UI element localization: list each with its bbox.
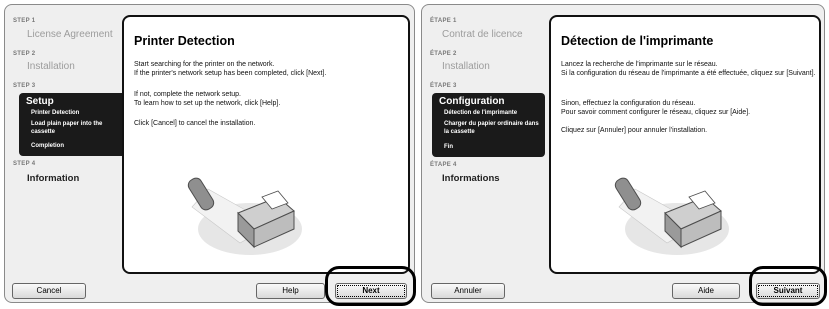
suivant-button-callout <box>749 266 827 306</box>
next-button-callout <box>325 266 416 306</box>
help-button[interactable]: Aide <box>672 283 740 299</box>
content-area: Printer Detection Start searching for th… <box>122 15 410 274</box>
substep-completion: Completion <box>31 143 64 149</box>
substep-printer-detection: Printer Detection <box>31 110 80 116</box>
step1-title: Contrat de licence <box>442 29 523 40</box>
current-step-title: Configuration <box>439 96 505 107</box>
step2-label: ÉTAPE 2 <box>430 51 457 57</box>
step2-title: Installation <box>442 61 490 72</box>
step4-label: STEP 4 <box>13 161 36 167</box>
cancel-button[interactable]: Cancel <box>12 283 86 299</box>
step2-label: STEP 2 <box>13 51 36 57</box>
substep-load-paper: Load plain paper into the cassette <box>31 121 103 135</box>
step4-label: ÉTAPE 4 <box>430 162 457 168</box>
installer-window-english: STEP 1 License Agreement STEP 2 Installa… <box>4 4 415 303</box>
step4-title: Informations <box>442 173 500 184</box>
steps-sidebar: ÉTAPE 1 Contrat de licence ÉTAPE 2 Insta… <box>422 5 545 302</box>
cancel-button[interactable]: Annuler <box>431 283 505 299</box>
paragraph-cancel-info: Cliquez sur [Annuler] pour annuler l'ins… <box>561 127 708 134</box>
substep-load-paper: Charger du papier ordinaire dans la cass… <box>444 121 539 135</box>
step2-title: Installation <box>27 61 75 72</box>
paragraph-start-search: Lancez la recherche de l'imprimante sur … <box>561 61 816 77</box>
step3-label: STEP 3 <box>13 83 36 89</box>
step1-label: STEP 1 <box>13 18 36 24</box>
step1-label: ÉTAPE 1 <box>430 18 457 24</box>
step3-label: ÉTAPE 3 <box>430 83 457 89</box>
current-step-title: Setup <box>26 96 54 107</box>
help-button[interactable]: Help <box>256 283 325 299</box>
step1-title: License Agreement <box>27 29 113 40</box>
paragraph-cancel-info: Click [Cancel] to cancel the installatio… <box>134 120 256 127</box>
paragraph-start-search: Start searching for the printer on the n… <box>134 61 327 77</box>
steps-sidebar: STEP 1 License Agreement STEP 2 Installa… <box>5 5 132 302</box>
page-title: Printer Detection <box>134 34 235 48</box>
page-title: Détection de l'imprimante <box>561 34 714 48</box>
paragraph-network-setup: Sinon, effectuez la configuration du rés… <box>561 100 751 116</box>
current-step-block: Setup Printer Detection Load plain paper… <box>19 93 132 156</box>
installer-window-french: ÉTAPE 1 Contrat de licence ÉTAPE 2 Insta… <box>421 4 825 303</box>
printer-detection-illustration <box>187 177 302 255</box>
current-step-block: Configuration Détection de l'imprimante … <box>432 93 545 157</box>
content-area: Détection de l'imprimante Lancez la rech… <box>549 15 821 274</box>
substep-completion: Fin <box>444 144 453 150</box>
step4-title: Information <box>27 173 80 184</box>
paragraph-network-setup: If not, complete the network setup. To l… <box>134 91 281 107</box>
printer-detection-illustration <box>614 177 729 255</box>
substep-printer-detection: Détection de l'imprimante <box>444 110 518 116</box>
